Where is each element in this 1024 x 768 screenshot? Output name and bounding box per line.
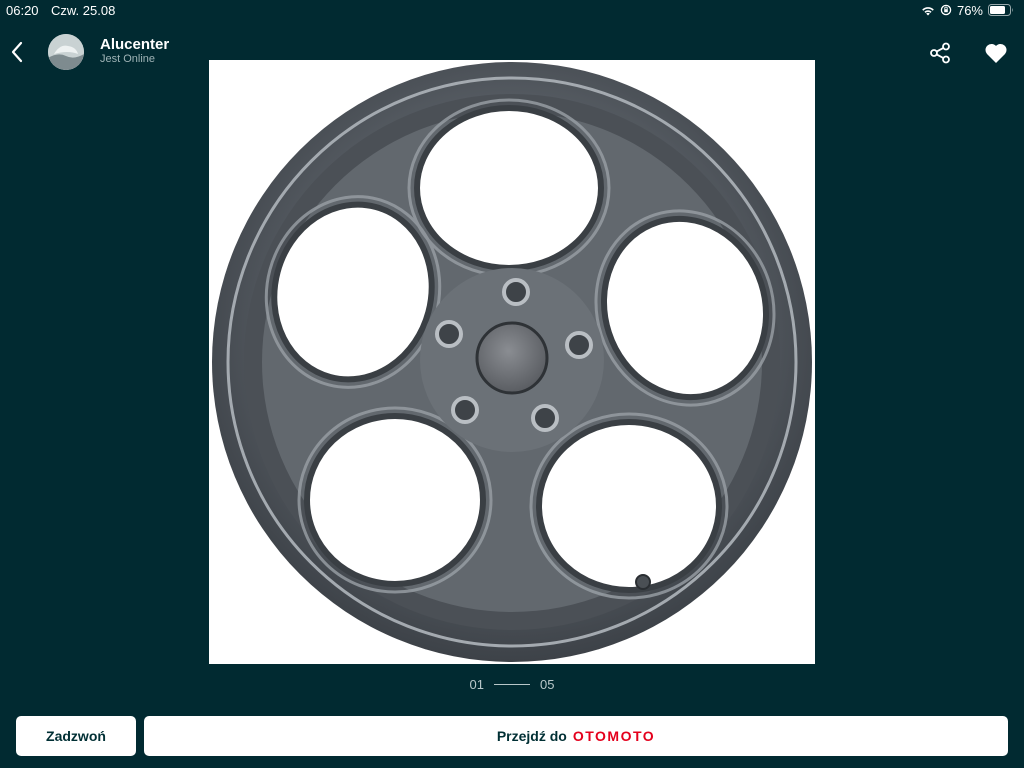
gallery-image[interactable] [209,60,815,664]
back-chevron-icon [11,41,23,63]
pager-current: 01 [469,676,484,692]
status-indicators: 76% [921,2,1014,18]
status-date: Czw. 25.08 [51,3,116,18]
seller-name[interactable]: Alucenter [100,36,169,53]
back-button[interactable] [6,38,28,66]
favorite-button[interactable] [981,39,1011,67]
gallery-pager: 01 05 [0,676,1024,692]
share-icon [930,42,950,64]
alloy-wheel-photo [209,60,815,664]
otomoto-logo-text: OTOMOTO [572,728,656,744]
share-button[interactable] [926,39,954,67]
status-time: 06:20 [6,3,39,18]
seller-online-status: Jest Online [100,53,156,65]
heart-icon [985,43,1007,63]
call-button[interactable]: Zadzwoń [16,716,136,756]
status-bar: 06:20 Czw. 25.08 76% [0,0,1024,20]
pager-total: 05 [540,676,555,692]
call-button-label: Zadzwoń [46,728,106,744]
battery-icon [988,4,1014,16]
avatar[interactable] [48,34,84,70]
battery-percent: 76% [956,2,983,18]
goto-button-label: Przejdź do [496,728,567,744]
goto-otomoto-button[interactable]: Przejdź do OTOMOTO [144,716,1008,756]
otomoto-logo: OTOMOTO [573,728,655,744]
wifi-icon [921,5,935,16]
orientation-lock-icon [940,4,952,16]
pager-divider [494,683,530,685]
